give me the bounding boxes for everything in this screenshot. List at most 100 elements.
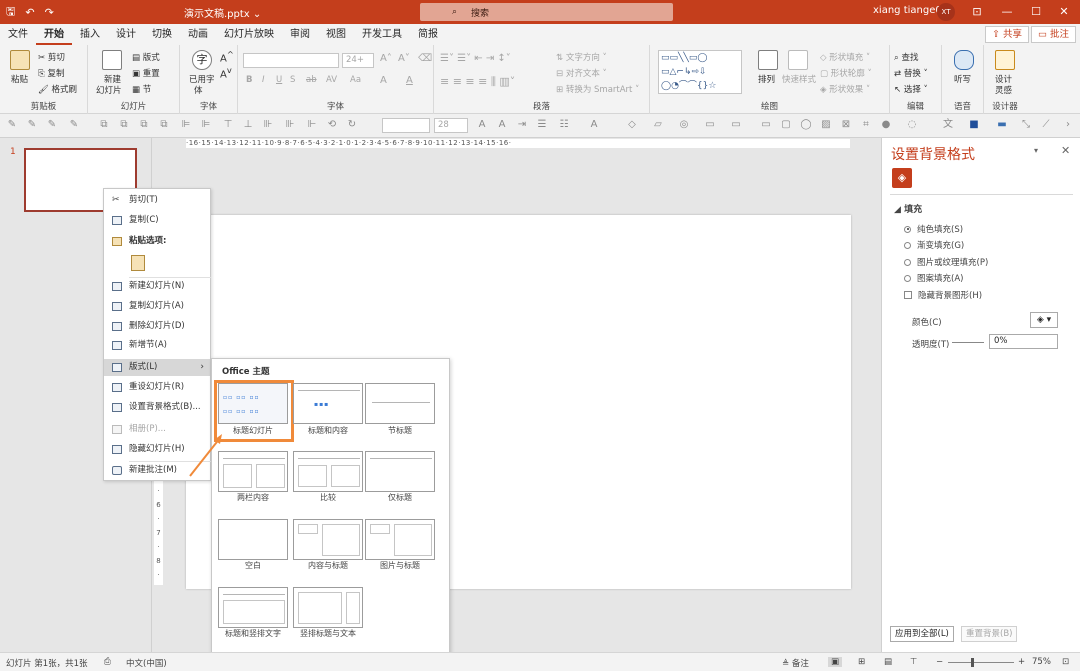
picture-fill-radio[interactable]: 图片或纹理填充(P) xyxy=(904,256,988,268)
slide-sorter-icon[interactable]: ⊞ xyxy=(858,657,865,667)
ribbon-display-icon[interactable]: ⊡ xyxy=(963,0,991,24)
align-icon[interactable]: ⊥ xyxy=(242,119,254,131)
cut-button[interactable]: ✂ 剪切 xyxy=(38,51,65,63)
align-icon[interactable]: ⊩ xyxy=(306,119,318,131)
format-background-menu-item[interactable]: 设置背景格式(B)... xyxy=(104,399,210,416)
shapes-gallery[interactable]: ▭▭╲╲▭◯ ▭△⌐↳⇨⇩ ◯◔⌒⌒{}☆ xyxy=(658,50,742,94)
close-icon[interactable]: ✕ xyxy=(1050,0,1078,24)
text-icon[interactable]: 文 xyxy=(942,119,954,131)
tab-insert[interactable]: 插入 xyxy=(72,24,108,45)
rounded-rect-icon[interactable]: ▢ xyxy=(780,119,792,131)
tab-developer[interactable]: 开发工具 xyxy=(354,24,410,45)
gradient-fill-radio[interactable]: 渐变填充(G) xyxy=(904,239,964,251)
align-text-button[interactable]: ⊟ 对齐文本 ˅ xyxy=(556,67,607,79)
zoom-in-icon[interactable]: + xyxy=(1018,657,1025,667)
group-icon[interactable]: ⧉ xyxy=(138,119,150,131)
strikethrough-button[interactable]: ab xyxy=(306,75,317,85)
indent-icon[interactable]: ⇥ xyxy=(516,119,528,131)
font-color-icon[interactable]: A xyxy=(588,119,600,131)
zoom-slider[interactable] xyxy=(948,662,1014,663)
outline-icon[interactable]: ▱ xyxy=(652,119,664,131)
redo-icon[interactable]: ↷ xyxy=(45,6,54,19)
font-color-button[interactable]: A xyxy=(406,75,413,86)
document-title[interactable]: 演示文稿.pptx ⌄ xyxy=(184,5,261,20)
arrange-icon[interactable] xyxy=(758,50,778,70)
rotate-icon[interactable]: ↻ xyxy=(346,119,358,131)
char-spacing-button[interactable]: AV xyxy=(326,75,337,85)
grow-font-icon[interactable]: A xyxy=(476,119,488,131)
oval-icon[interactable]: ◯ xyxy=(800,119,812,131)
pen-icon[interactable]: ✎ xyxy=(26,119,38,131)
bullets-icon[interactable]: ☰˅ ☰˅ ⇤ ⇥ ↕˅ xyxy=(440,53,511,64)
new-slide-menu-item[interactable]: 新建幻灯片(N) xyxy=(104,278,210,295)
layout-blank[interactable] xyxy=(218,519,288,560)
paste-keep-text-icon[interactable] xyxy=(131,255,145,271)
new-slide-label-2[interactable]: 幻灯片 xyxy=(96,84,122,96)
clear-format-icon[interactable]: ⌫ xyxy=(418,53,432,64)
resize-icon[interactable]: ⤡ xyxy=(1020,119,1032,131)
draw-font-name-box[interactable] xyxy=(382,118,430,133)
bullets-icon[interactable]: ☰ xyxy=(536,119,548,131)
comment-button[interactable]: ▭ 批注 xyxy=(1031,26,1077,43)
shadow-icon[interactable]: ● xyxy=(880,119,892,131)
shrink-font-icon[interactable]: A xyxy=(496,119,508,131)
quick-styles-button[interactable]: 快速样式 xyxy=(782,73,816,85)
align-icon[interactable]: ⊪ xyxy=(284,119,296,131)
layout-comparison[interactable] xyxy=(293,451,363,492)
align-icon[interactable]: ⊪ xyxy=(262,119,274,131)
new-section-menu-item[interactable]: 新增节(A) xyxy=(104,337,210,354)
save-icon[interactable]: 🖫 xyxy=(6,3,15,22)
paste-icon[interactable] xyxy=(10,50,30,70)
pen-icon[interactable]: ✎ xyxy=(46,119,58,131)
grow-font-icon[interactable]: A^ xyxy=(220,49,234,64)
numbering-icon[interactable]: ☷ xyxy=(558,119,570,131)
layout-title-content[interactable]: ▪▪▪ xyxy=(293,383,363,424)
pane-options-chevron-icon[interactable]: ▾ xyxy=(1034,146,1038,155)
effects-icon[interactable]: ◎ xyxy=(678,119,690,131)
maximize-icon[interactable]: ☐ xyxy=(1022,0,1050,24)
find-button[interactable]: ⌕ 查找 xyxy=(894,51,918,63)
align-icon[interactable]: ⊫ xyxy=(200,119,212,131)
apply-to-all-button[interactable]: 应用到全部(L) xyxy=(890,626,954,642)
bold-button[interactable]: B xyxy=(246,75,252,85)
pen-icon[interactable]: ✎ xyxy=(68,119,80,131)
crop-icon[interactable]: ⌗ xyxy=(860,119,872,131)
reading-view-icon[interactable]: ▤ xyxy=(884,657,892,667)
reset-slide-menu-item[interactable]: 重设幻灯片(R) xyxy=(104,379,210,396)
shape-effects-button[interactable]: ◈ 形状效果 ˅ xyxy=(820,83,870,95)
picture-icon[interactable]: ⊠ xyxy=(840,119,852,131)
shrink-font-icon[interactable]: Av xyxy=(220,65,232,80)
italic-button[interactable]: I xyxy=(262,75,265,85)
shape-icon[interactable]: ▭ xyxy=(730,119,742,131)
layout-button[interactable]: ▤ 版式 xyxy=(132,51,160,63)
tab-animations[interactable]: 动画 xyxy=(180,24,216,45)
group-icon[interactable]: ⧉ xyxy=(158,119,170,131)
tab-view[interactable]: 视图 xyxy=(318,24,354,45)
designer-icon[interactable] xyxy=(995,50,1015,70)
color-picker-button[interactable]: ◈ ▾ xyxy=(1030,312,1058,328)
decrease-font-icon[interactable]: A˅ xyxy=(398,53,410,64)
transparency-slider[interactable] xyxy=(952,342,984,343)
designer-label-2[interactable]: 灵感 xyxy=(995,84,1012,96)
align-icon[interactable]: ⊤ xyxy=(222,119,234,131)
reset-background-button[interactable]: 重置背景(B) xyxy=(961,626,1018,642)
tab-transitions[interactable]: 切换 xyxy=(144,24,180,45)
styles-icon[interactable]: ◌ xyxy=(906,119,918,131)
font-name-box[interactable] xyxy=(243,53,339,68)
image-icon[interactable]: ▨ xyxy=(820,119,832,131)
copy-menu-item[interactable]: 复制(C) xyxy=(104,212,210,229)
tab-briefing[interactable]: 简报 xyxy=(410,24,446,45)
layout-menu-item[interactable]: 版式(L) › xyxy=(104,359,210,376)
tab-review[interactable]: 审阅 xyxy=(282,24,318,45)
layout-two-content[interactable] xyxy=(218,451,288,492)
align-icon[interactable]: ⊫ xyxy=(180,119,192,131)
shape-outline-button[interactable]: ▢ 形状轮廓 ˅ xyxy=(820,67,872,79)
replace-button[interactable]: ⇄ 替换 ˅ xyxy=(894,67,928,79)
more-icon[interactable]: › xyxy=(1062,119,1074,131)
smartart-button[interactable]: ⊞ 转换为 SmartArt ˅ xyxy=(556,83,639,95)
slideshow-icon[interactable]: ⊤ xyxy=(910,657,917,667)
alignment-icons[interactable]: ≡ ≡ ≡ ≡ ⫼ ▥˅ xyxy=(440,75,515,89)
normal-view-icon[interactable]: ▣ xyxy=(828,657,843,667)
avatar[interactable]: XT xyxy=(937,3,955,21)
solid-fill-radio[interactable]: 纯色填充(S) xyxy=(904,223,963,235)
